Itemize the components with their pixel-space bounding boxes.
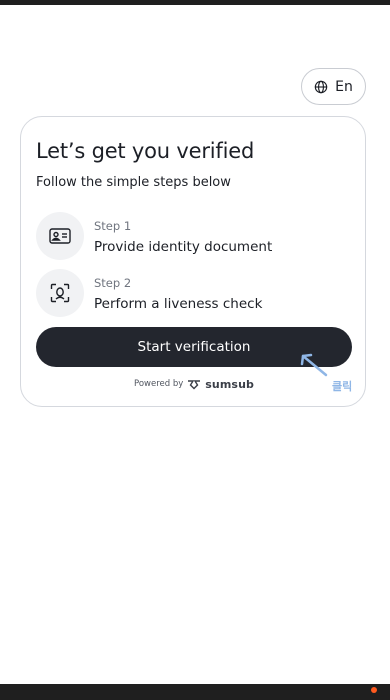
step-label: Step 2 <box>94 276 132 290</box>
step-item-1: Step 1 Provide identity document <box>36 212 356 262</box>
bottom-navigation-bar <box>0 684 390 700</box>
status-bar <box>0 0 390 5</box>
card-subtitle: Follow the simple steps below <box>36 175 231 190</box>
cursor-arrow-icon <box>299 352 329 382</box>
step-label: Step 1 <box>94 219 132 233</box>
powered-by-text: Powered by <box>134 379 184 389</box>
step-text: Provide identity document <box>94 239 273 255</box>
sumsub-logo-icon <box>187 375 201 394</box>
language-label: En <box>335 78 353 95</box>
step-item-2: Step 2 Perform a liveness check <box>36 269 356 319</box>
card-title: Let’s get you verified <box>36 139 255 163</box>
brand-name: sumsub <box>205 377 254 391</box>
step-text: Perform a liveness check <box>94 296 263 312</box>
notification-dot-icon <box>371 687 377 693</box>
click-annotation-label: 클릭 <box>332 380 353 393</box>
language-selector-button[interactable]: En <box>301 68 366 105</box>
id-card-icon <box>36 212 84 260</box>
face-scan-icon <box>36 269 84 317</box>
globe-icon <box>314 80 328 94</box>
